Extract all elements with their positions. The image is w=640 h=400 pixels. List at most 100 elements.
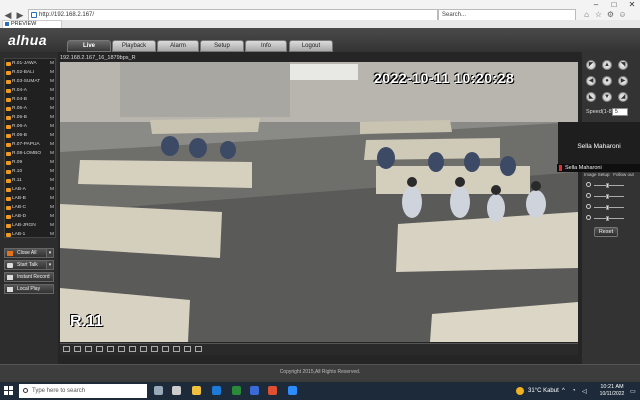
record-toggle-icon[interactable] (173, 346, 180, 352)
channel-item[interactable]: R.10 M (5, 167, 55, 176)
windows-start-icon[interactable] (4, 386, 14, 396)
channel-flag[interactable]: M (50, 104, 54, 113)
tray-chevron-icon[interactable]: ^ (562, 388, 565, 394)
fullscreen-icon[interactable] (63, 346, 70, 352)
view-4-icon[interactable] (85, 346, 92, 352)
channel-item[interactable]: LAB-1 M (5, 230, 55, 237)
clock-time[interactable]: 10:21 AM (596, 384, 628, 390)
channel-flag[interactable]: M (50, 140, 54, 149)
view-9-icon[interactable] (118, 346, 125, 352)
channel-flag[interactable]: M (50, 113, 54, 122)
channel-flag[interactable]: M (50, 59, 54, 68)
settings-icon[interactable]: ⚙ (606, 10, 615, 19)
close-window-icon[interactable]: ✕ (624, 0, 640, 9)
weather-text[interactable]: 31°C Kabut (528, 388, 559, 394)
channel-item[interactable]: R.04-A M (5, 86, 55, 95)
network-icon[interactable]: ◔ (572, 388, 576, 394)
taskbar-search-input[interactable]: Type here to search (19, 384, 147, 398)
ptz-up-right-icon[interactable]: ◥ (618, 60, 628, 70)
ptz-left-icon[interactable]: ◀ (586, 76, 596, 86)
channel-item[interactable]: R.08-LOMBO M (5, 149, 55, 158)
tab-playback[interactable]: Playback (112, 40, 156, 52)
tab-setup[interactable]: Setup (200, 40, 244, 52)
channel-flag[interactable]: M (50, 131, 54, 140)
channel-flag[interactable]: M (50, 230, 54, 237)
channel-flag[interactable]: M (50, 167, 54, 176)
zoom-icon[interactable] (184, 346, 191, 352)
channel-item[interactable]: R.02-BALI M (5, 68, 55, 77)
ptz-up-icon[interactable]: ▲ (602, 60, 612, 70)
slider-knob[interactable] (606, 183, 609, 188)
channel-flag[interactable]: M (50, 86, 54, 95)
chrome-icon[interactable] (268, 386, 277, 395)
notifications-icon[interactable]: ▭ (630, 388, 636, 395)
chevron-down-icon[interactable]: ▾ (46, 261, 53, 269)
tab-preview[interactable]: PREVIEW (2, 20, 62, 28)
channel-flag[interactable]: M (50, 95, 54, 104)
excel-icon[interactable] (232, 386, 241, 395)
speed-select[interactable]: 5 (612, 108, 628, 116)
ptz-up-left-icon[interactable]: ◤ (586, 60, 596, 70)
saturation-slider[interactable] (586, 204, 630, 211)
channel-item[interactable]: R.11 M (5, 176, 55, 185)
view-36-icon[interactable] (151, 346, 158, 352)
channel-item[interactable]: LAB-D M (5, 212, 55, 221)
start-talk-button[interactable]: Start Talk ▾ (4, 260, 54, 270)
tab-logout[interactable]: Logout (289, 40, 333, 52)
snapshot-icon[interactable] (162, 346, 169, 352)
volume-icon[interactable]: ◁ (582, 388, 587, 395)
channel-flag[interactable]: M (50, 203, 54, 212)
channel-item[interactable]: R.06-A M (5, 122, 55, 131)
channel-flag[interactable]: M (50, 176, 54, 185)
tab-live[interactable]: Live (67, 40, 111, 52)
back-icon[interactable]: ◀ (3, 10, 13, 20)
ptz-right-icon[interactable]: ▶ (618, 76, 628, 86)
follow-out-label[interactable]: Follow out (613, 172, 634, 177)
forward-icon[interactable]: ▶ (15, 10, 25, 20)
zoom-app-icon[interactable] (288, 386, 297, 395)
channel-item[interactable]: R.07-PAPUA M (5, 140, 55, 149)
view-25-icon[interactable] (140, 346, 147, 352)
ptz-center-icon[interactable]: ● (602, 76, 612, 86)
local-play-button[interactable]: Local Play (4, 284, 54, 294)
task-view-icon[interactable] (154, 386, 163, 395)
channel-item[interactable]: LAB-A M (5, 185, 55, 194)
contrast-slider[interactable] (586, 193, 630, 200)
favorites-icon[interactable]: ☆ (594, 10, 603, 19)
file-explorer-icon[interactable] (192, 386, 201, 395)
hue-slider[interactable] (586, 215, 630, 222)
view-1-icon[interactable] (74, 346, 81, 352)
channel-item[interactable]: R.05-B M (5, 113, 55, 122)
view-6-icon[interactable] (96, 346, 103, 352)
slider-knob[interactable] (606, 194, 609, 199)
reset-button[interactable]: Reset (594, 227, 618, 237)
ptz-down-left-icon[interactable]: ◣ (586, 92, 596, 102)
view-16-icon[interactable] (129, 346, 136, 352)
channel-flag[interactable]: M (50, 149, 54, 158)
channel-item[interactable]: R.09 M (5, 158, 55, 167)
channel-item[interactable]: R.06-B M (5, 131, 55, 140)
tab-info[interactable]: Info (245, 40, 287, 52)
channel-flag[interactable]: M (50, 158, 54, 167)
channel-item[interactable]: R.05-A M (5, 104, 55, 113)
instant-record-button[interactable]: Instant Record (4, 272, 54, 282)
edge-icon[interactable] (212, 386, 221, 395)
clock-date[interactable]: 10/11/2022 (596, 391, 628, 397)
channel-flag[interactable]: M (50, 68, 54, 77)
channel-item[interactable]: R.03-SUMAT M (5, 77, 55, 86)
chevron-down-icon[interactable]: ▾ (46, 249, 53, 257)
slider-knob[interactable] (606, 216, 609, 221)
word-icon[interactable] (250, 386, 259, 395)
close-all-button[interactable]: Close All ▾ (4, 248, 54, 258)
channel-flag[interactable]: M (50, 185, 54, 194)
view-8-icon[interactable] (107, 346, 114, 352)
channel-item[interactable]: LAB-B M (5, 194, 55, 203)
audio-icon[interactable] (195, 346, 202, 352)
ptz-down-icon[interactable]: ▼ (602, 92, 612, 102)
channel-item[interactable]: R.04-B M (5, 95, 55, 104)
channel-flag[interactable]: M (50, 212, 54, 221)
channel-item[interactable]: R.01-JAWA M (5, 59, 55, 68)
channel-item[interactable]: LAB-C M (5, 203, 55, 212)
channel-flag[interactable]: M (50, 194, 54, 203)
channel-item[interactable]: LAB-JRGN M (5, 221, 55, 230)
